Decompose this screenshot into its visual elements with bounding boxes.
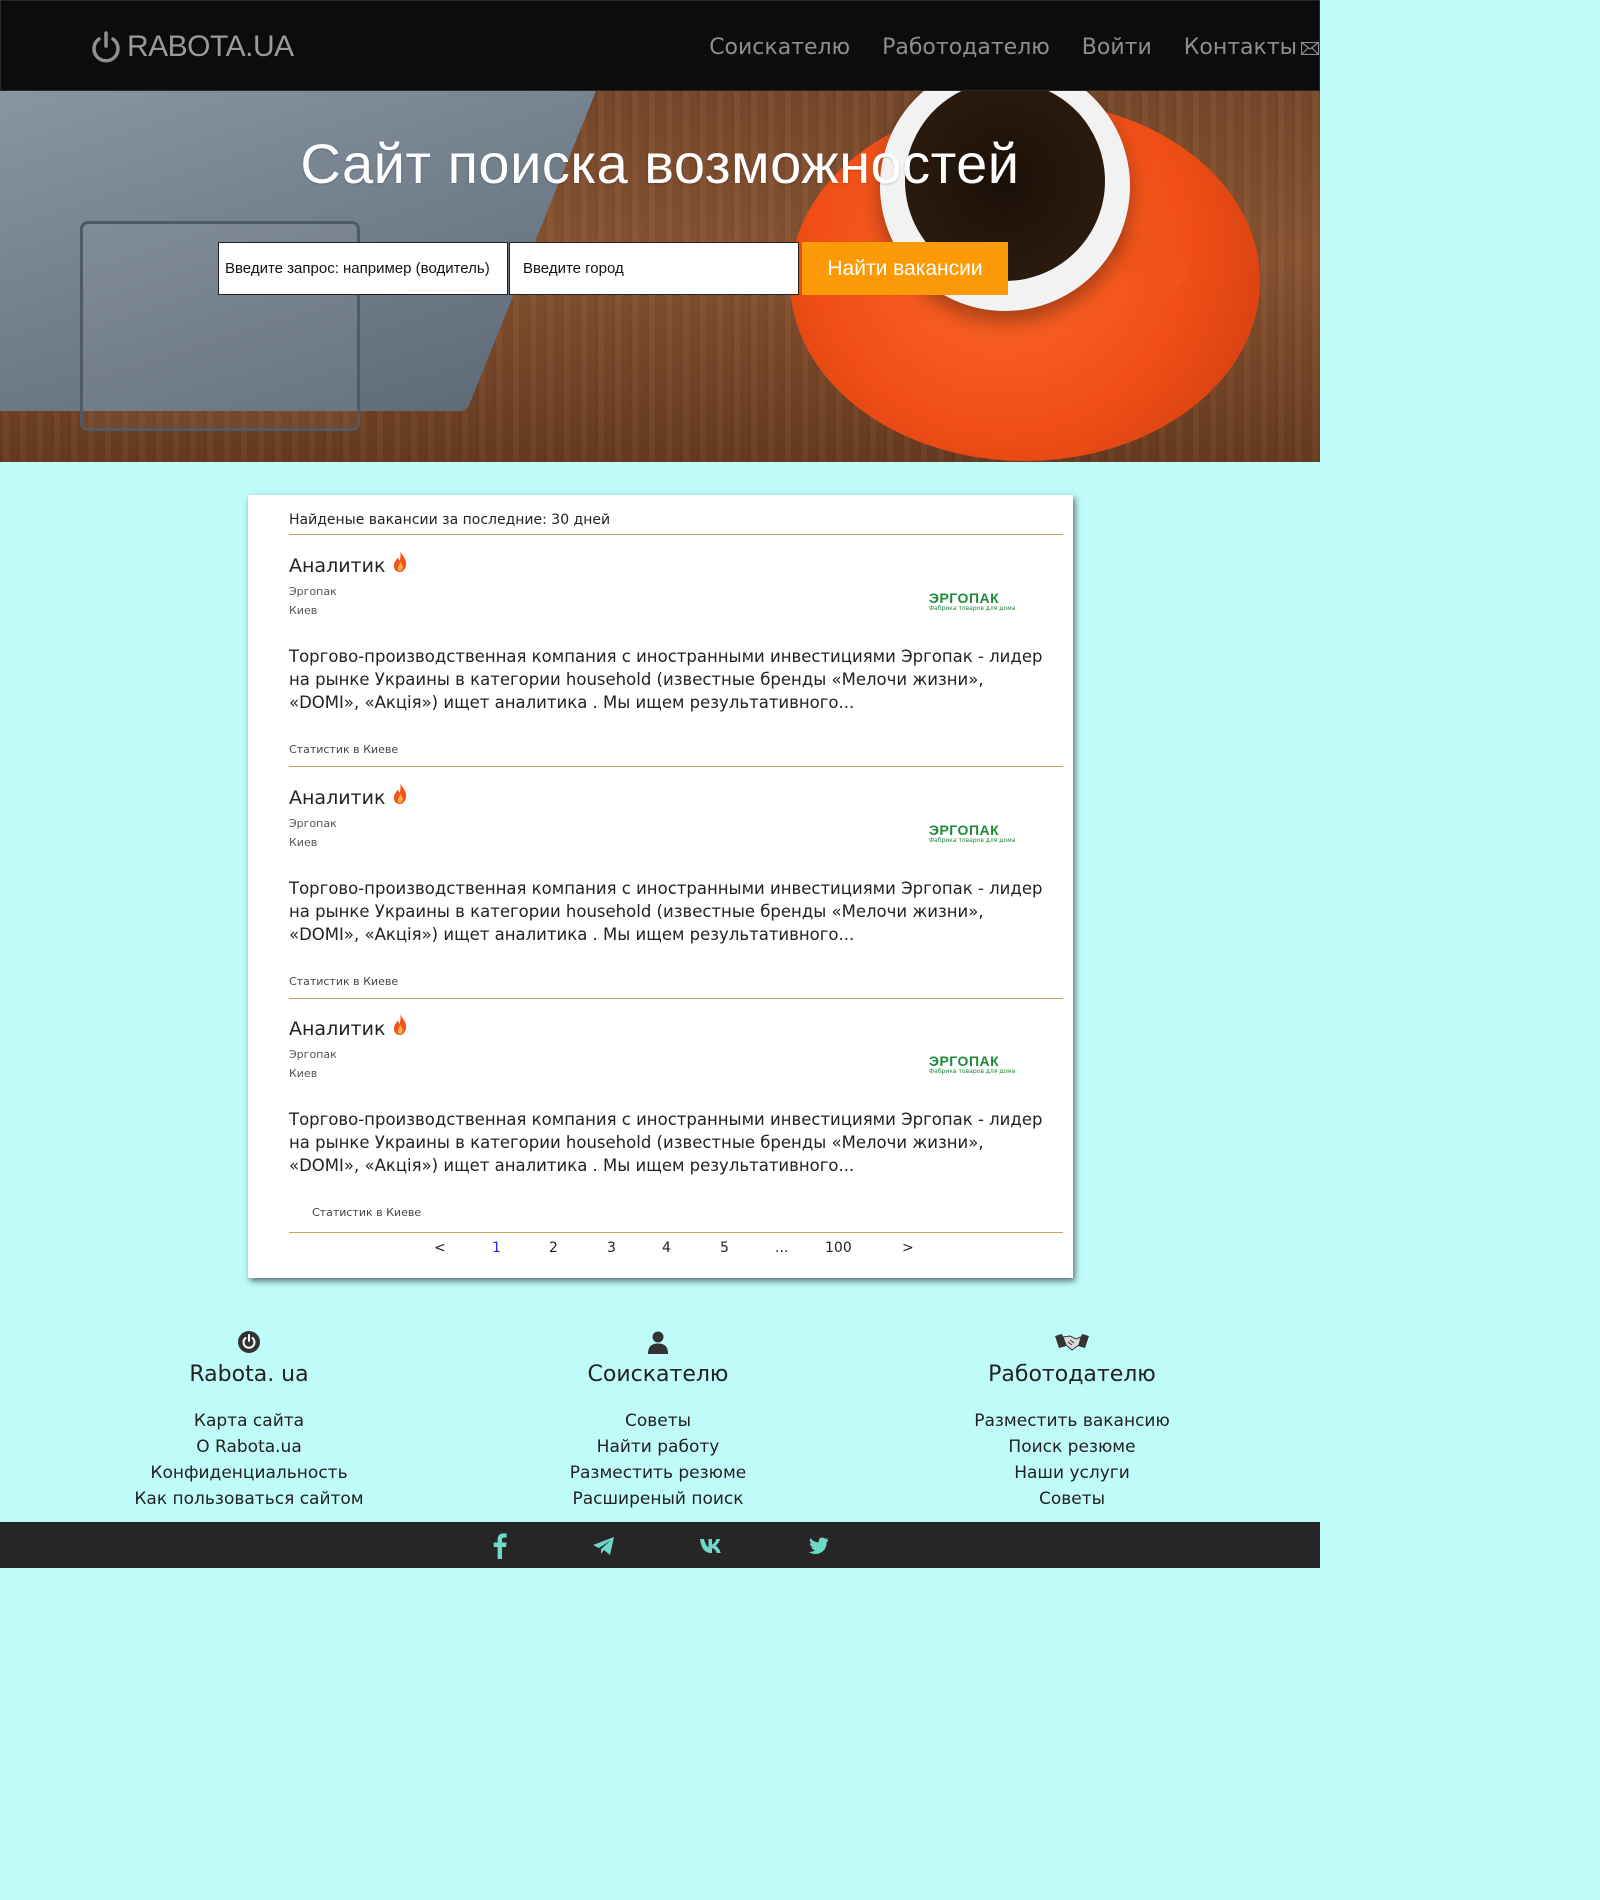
logo-text: RABOTA.UA <box>127 30 294 63</box>
facebook-link[interactable] <box>480 1532 520 1560</box>
job-category-link[interactable]: Статистик в Киеве <box>289 743 398 756</box>
results-header: Найденые вакансии за последние: 30 дней <box>289 512 611 528</box>
footer-link-privacy[interactable]: Конфиденциальность <box>69 1460 429 1486</box>
footer-link-how-to-use[interactable]: Как пользоваться сайтом <box>69 1486 429 1512</box>
job-title[interactable]: Аналитик <box>289 555 385 577</box>
footer-link-resume-search[interactable]: Поиск резюме <box>892 1434 1252 1460</box>
pagination-prev[interactable]: < <box>434 1240 446 1256</box>
nav-contacts-label: Контакты <box>1183 35 1297 60</box>
job-description: Торгово-производственная компания с инос… <box>289 879 1043 944</box>
footer-column-job-seeker: Соискателю Советы Найти работу Разместит… <box>478 1330 838 1512</box>
pagination-page-3[interactable]: 3 <box>607 1240 616 1256</box>
company-logo-name: ЭРГОПАК <box>929 590 1000 606</box>
pagination-page-100[interactable]: 100 <box>825 1240 852 1256</box>
search-button[interactable]: Найти вакансии <box>802 242 1008 295</box>
telegram-link[interactable] <box>584 1532 624 1560</box>
hero-title: Сайт поиска возможностей <box>300 132 1020 195</box>
company-logo[interactable]: ЭРГОПАК Фабрика товаров для дома <box>929 1053 1016 1075</box>
vk-link[interactable] <box>692 1532 732 1560</box>
user-icon <box>648 1331 668 1354</box>
nav-contacts[interactable]: Контакты <box>1184 35 1319 60</box>
flame-icon <box>393 1013 407 1035</box>
job-card[interactable]: Аналитик Эргопак Киев ЭРГОПАК Фабрика то… <box>289 550 1063 787</box>
job-company: Эргопак <box>289 1048 337 1061</box>
job-company: Эргопак <box>289 585 337 598</box>
company-logo-tagline: Фабрика товаров для дома <box>929 837 1016 844</box>
envelope-icon <box>1301 41 1319 55</box>
job-description: Торгово-производственная компания с инос… <box>289 1110 1043 1175</box>
power-icon <box>238 1331 260 1353</box>
job-city: Киев <box>289 1067 318 1080</box>
job-company: Эргопак <box>289 817 337 830</box>
search-form: Найти вакансии <box>218 242 1008 295</box>
footer-column-rabota: Rabota. ua Карта сайта О Rabota.ua Конфи… <box>69 1330 429 1512</box>
job-card[interactable]: Аналитик Эргопак Киев ЭРГОПАК Фабрика то… <box>289 782 1063 1019</box>
company-logo-name: ЭРГОПАК <box>929 822 1000 838</box>
footer-link-sitemap[interactable]: Карта сайта <box>69 1408 429 1434</box>
hero-banner: Сайт поиска возможностей Найти вакансии <box>0 91 1320 462</box>
company-logo[interactable]: ЭРГОПАК Фабрика товаров для дома <box>929 822 1016 844</box>
facebook-icon <box>493 1533 507 1559</box>
footer-link-post-vacancy[interactable]: Разместить вакансию <box>892 1408 1252 1434</box>
separator <box>289 998 1063 999</box>
vk-icon <box>700 1539 721 1553</box>
job-category-link[interactable]: Статистик в Киеве <box>289 975 398 988</box>
job-description: Торгово-производственная компания с инос… <box>289 647 1043 712</box>
job-city: Киев <box>289 836 318 849</box>
twitter-icon <box>808 1537 829 1554</box>
footer-link-find-job[interactable]: Найти работу <box>478 1434 838 1460</box>
company-logo[interactable]: ЭРГОПАК Фабрика товаров для дома <box>929 590 1016 612</box>
pagination: < 1 2 3 4 5 ... 100 > <box>248 1240 1073 1260</box>
search-city-input[interactable] <box>509 242 799 295</box>
pagination-page-2[interactable]: 2 <box>549 1240 558 1256</box>
pagination-ellipsis: ... <box>775 1240 789 1256</box>
telegram-icon <box>593 1537 614 1555</box>
search-query-input[interactable] <box>218 242 508 295</box>
pagination-page-1[interactable]: 1 <box>492 1240 501 1256</box>
footer-link-our-services[interactable]: Наши услуги <box>892 1460 1252 1486</box>
separator <box>289 1232 1063 1233</box>
job-city: Киев <box>289 604 318 617</box>
job-title[interactable]: Аналитик <box>289 1018 385 1040</box>
separator <box>289 766 1063 767</box>
pagination-next[interactable]: > <box>902 1240 914 1256</box>
twitter-link[interactable] <box>798 1532 838 1560</box>
footer-link-post-resume[interactable]: Разместить резюме <box>478 1460 838 1486</box>
pagination-page-5[interactable]: 5 <box>720 1240 729 1256</box>
job-title[interactable]: Аналитик <box>289 787 385 809</box>
power-icon <box>92 31 120 63</box>
footer-column-title: Соискателю <box>587 1362 729 1387</box>
separator <box>289 534 1063 535</box>
company-logo-tagline: Фабрика товаров для дома <box>929 1068 1016 1075</box>
top-navbar: RABOTA.UA Соискателю Работодателю Войти … <box>0 0 1320 91</box>
company-logo-tagline: Фабрика товаров для дома <box>929 605 1016 612</box>
footer-link-tips[interactable]: Советы <box>478 1408 838 1434</box>
company-logo-name: ЭРГОПАК <box>929 1053 1000 1069</box>
flame-icon <box>393 550 407 572</box>
results-panel: Найденые вакансии за последние: 30 дней … <box>248 495 1073 1278</box>
footer-column-title: Rabota. ua <box>189 1362 309 1387</box>
footer-link-employer-tips[interactable]: Советы <box>892 1486 1252 1512</box>
nav-job-seeker[interactable]: Соискателю <box>709 35 850 60</box>
footer-link-advanced-search[interactable]: Расширеный поиск <box>478 1486 838 1512</box>
handshake-icon <box>1055 1334 1089 1351</box>
job-category-link[interactable]: Статистик в Киеве <box>312 1206 421 1219</box>
site-logo[interactable]: RABOTA.UA <box>89 27 294 67</box>
main-nav: Соискателю Работодателю Войти Контакты <box>709 35 1319 60</box>
pagination-page-4[interactable]: 4 <box>662 1240 671 1256</box>
nav-employer[interactable]: Работодателю <box>882 35 1050 60</box>
flame-icon <box>393 782 407 804</box>
nav-login[interactable]: Войти <box>1082 35 1152 60</box>
footer-column-title: Работодателю <box>988 1362 1156 1387</box>
job-card[interactable]: Аналитик Эргопак Киев ЭРГОПАК Фабрика то… <box>289 1013 1063 1250</box>
footer-link-about[interactable]: О Rabota.ua <box>69 1434 429 1460</box>
social-bar <box>0 1522 1320 1568</box>
footer-column-employer: Работодателю Разместить вакансию Поиск р… <box>892 1330 1252 1512</box>
